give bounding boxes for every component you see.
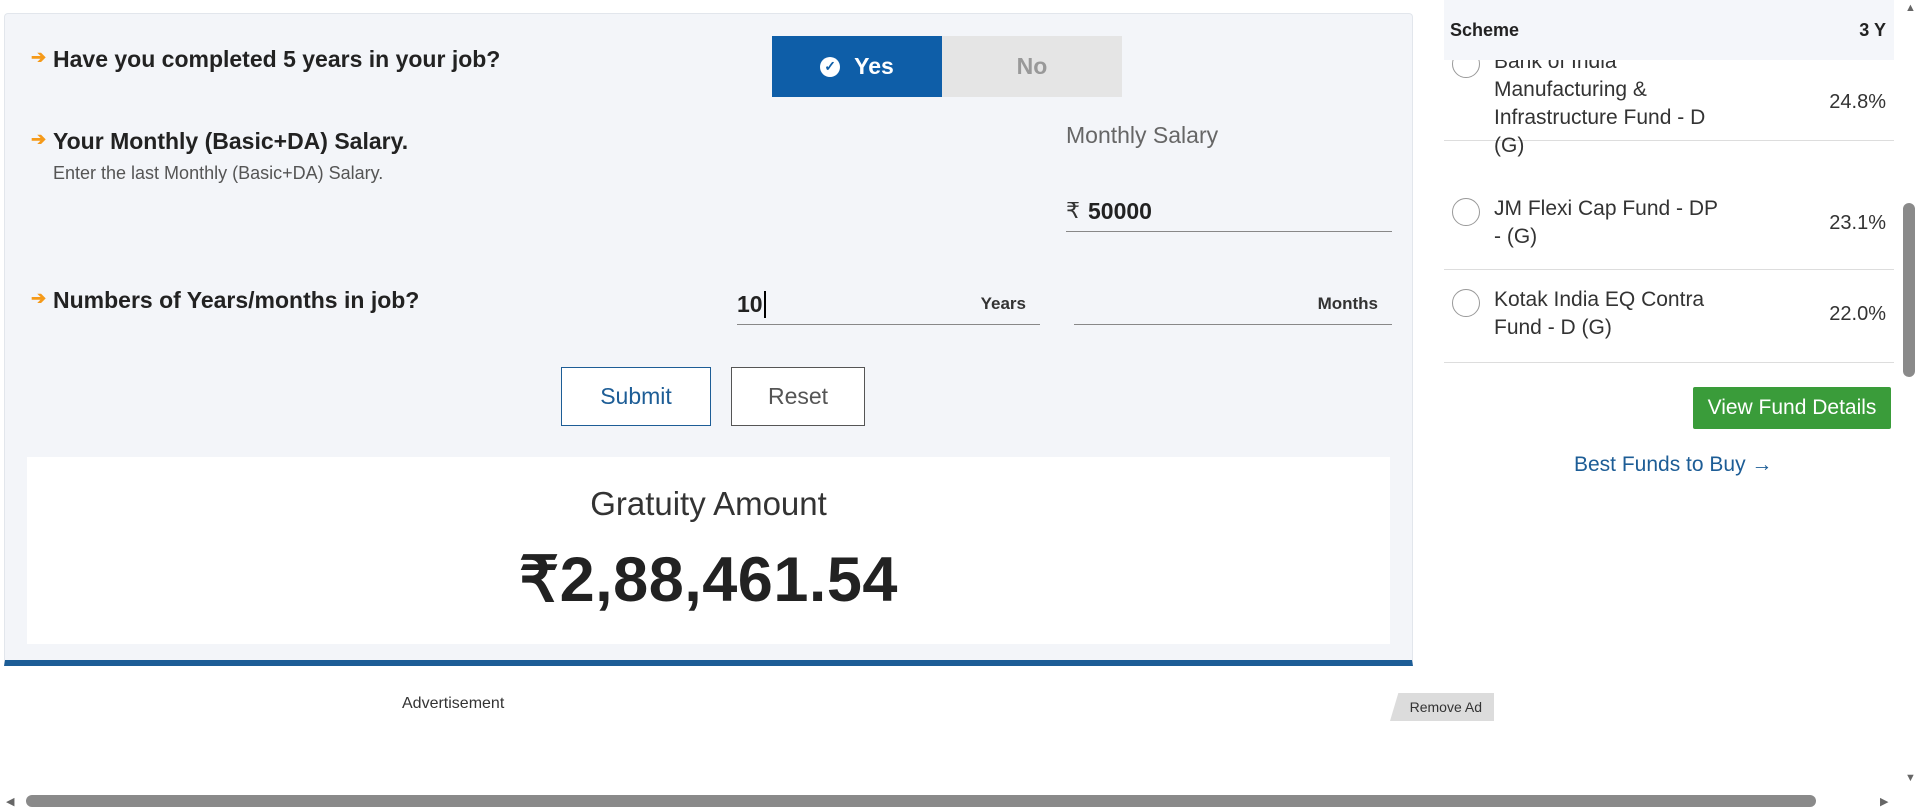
years-unit-label: Years [980, 294, 1026, 313]
toggle-yes-button[interactable]: ✓ Yes [772, 36, 942, 97]
fund-name: JM Flexi Cap Fund - DP - (G) [1494, 197, 1718, 248]
advertisement-label: Advertisement [402, 695, 505, 712]
monthly-salary-input[interactable]: ₹ 50000 [1066, 191, 1392, 232]
question-years: ➔ Numbers of Years/months in job? [31, 286, 419, 314]
result-amount: ₹2,88,461.54 [519, 545, 898, 615]
rupee-icon: ₹ [1066, 198, 1080, 223]
fund-list-header: Scheme 3 Y [1444, 0, 1894, 60]
fund-row: JM Flexi Cap Fund - DP - (G) 23.1% [1444, 141, 1894, 270]
scroll-down-icon[interactable]: ▼ [1905, 772, 1916, 784]
months-unit-label: Months [1317, 294, 1378, 313]
question-years-label: Numbers of Years/months in job? [53, 287, 420, 313]
years-value: 10 [737, 290, 766, 318]
fund-name: Kotak India EQ Contra Fund - D (G) [1494, 288, 1705, 339]
years-input[interactable]: 10 Years [737, 284, 1040, 325]
vertical-scrollbar-thumb[interactable] [1903, 203, 1915, 377]
monthly-salary-label: Monthly Salary [1066, 122, 1219, 148]
question-5-years-label: Have you completed 5 years in your job? [53, 46, 501, 72]
arrow-right-icon: ➔ [31, 47, 47, 67]
question-salary-label: Your Monthly (Basic+DA) Salary. [53, 128, 409, 154]
question-5-years: ➔ Have you completed 5 years in your job… [31, 45, 500, 73]
vertical-scrollbar[interactable] [1900, 0, 1920, 790]
arrow-right-icon: ➔ [31, 129, 47, 149]
scheme-column-header: Scheme [1450, 19, 1520, 40]
best-funds-link[interactable]: Best Funds to Buy → [1574, 453, 1772, 477]
fund-return: 24.8% [1829, 91, 1886, 113]
arrow-right-icon: ➔ [31, 288, 47, 308]
scroll-left-icon[interactable]: ◀ [6, 795, 14, 808]
toggle-yes-label: Yes [854, 53, 894, 79]
fund-return: 22.0% [1829, 303, 1886, 325]
fund-radio[interactable] [1452, 289, 1480, 317]
view-fund-details-button[interactable]: View Fund Details [1693, 387, 1891, 429]
gratuity-calculator-panel: ➔ Have you completed 5 years in your job… [4, 13, 1413, 666]
scroll-right-icon[interactable]: ▶ [1880, 795, 1888, 808]
monthly-salary-value: 50000 [1088, 197, 1152, 224]
question-salary: ➔ Your Monthly (Basic+DA) Salary. Enter … [31, 127, 408, 184]
fund-return: 23.1% [1829, 212, 1886, 234]
gratuity-result: Gratuity Amount ₹2,88,461.54 [27, 457, 1390, 644]
months-input[interactable]: Months [1074, 284, 1392, 325]
toggle-no-button[interactable]: No [942, 36, 1122, 97]
fund-row: Kotak India EQ Contra Fund - D (G) 22.0% [1444, 270, 1894, 363]
question-salary-hint: Enter the last Monthly (Basic+DA) Salary… [53, 163, 384, 183]
reset-button[interactable]: Reset [731, 367, 865, 426]
fund-radio[interactable] [1452, 198, 1480, 226]
submit-button[interactable]: Submit [561, 367, 711, 426]
horizontal-scrollbar-thumb[interactable] [26, 795, 1816, 807]
scroll-up-icon[interactable]: ▲ [1905, 2, 1916, 14]
period-column-header: 3 Y [1859, 19, 1886, 40]
five-years-toggle: ✓ Yes No [772, 36, 1122, 97]
toggle-no-label: No [1016, 53, 1048, 79]
result-title: Gratuity Amount [590, 485, 827, 522]
remove-ad-button[interactable]: Remove Ad [1390, 693, 1494, 721]
check-icon: ✓ [820, 56, 841, 77]
